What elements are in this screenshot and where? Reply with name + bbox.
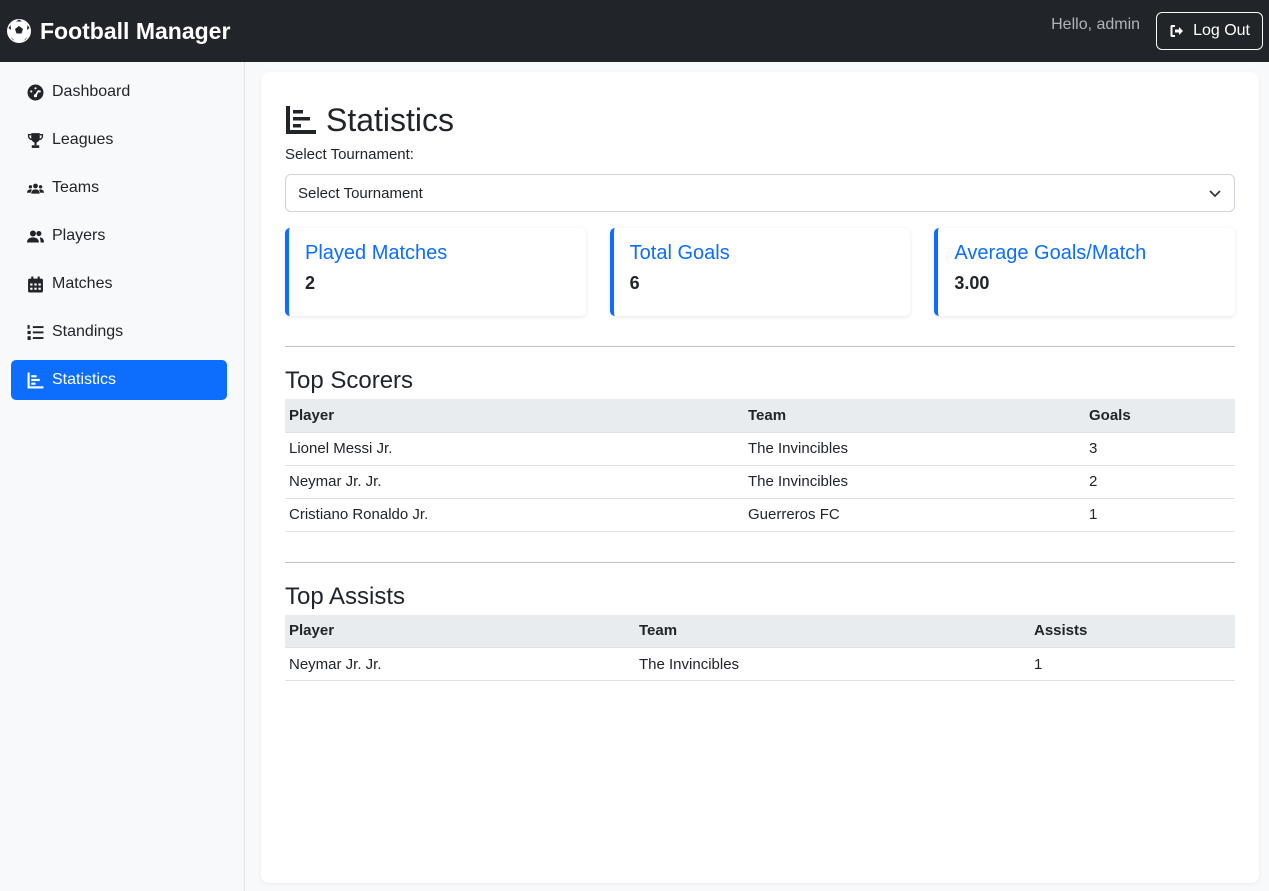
table-header-row: Player Team Assists (285, 614, 1235, 648)
column-header-player: Player (285, 614, 635, 648)
player-cell: Cristiano Ronaldo Jr. (285, 498, 744, 532)
card-title: Played Matches (305, 242, 448, 264)
goals-cell: 3 (1085, 432, 1235, 466)
sidebar-item-matches[interactable]: Matches (11, 264, 227, 304)
sign-out-icon (1170, 25, 1184, 37)
table-row: Lionel Messi Jr. The Invincibles 3 (285, 432, 1235, 466)
tournament-select-label: Select Tournament: (285, 146, 414, 163)
brand-title: Football Manager (40, 17, 231, 44)
top-scorers-table: Player Team Goals Lionel Messi Jr. The I… (285, 399, 1235, 532)
user-group-icon (27, 230, 44, 242)
sidebar-item-label: Teams (52, 179, 100, 196)
player-cell: Neymar Jr. Jr. (285, 465, 744, 499)
sidebar: Dashboard Leagues Teams Players Matches … (0, 62, 245, 891)
brand[interactable]: Football Manager (6, 18, 230, 45)
sidebar-item-label: Standings (52, 323, 124, 340)
sidebar-item-label: Statistics (52, 371, 117, 388)
page-title-text: Statistics (326, 101, 455, 138)
users-icon (27, 183, 44, 194)
tournament-select-value: Select Tournament (298, 184, 423, 202)
logout-button[interactable]: Log Out (1156, 12, 1263, 50)
card-value: 6 (629, 273, 640, 293)
sidebar-item-label: Leagues (52, 131, 114, 148)
card-value: 3.00 (954, 273, 990, 293)
table-header-row: Player Team Goals (285, 399, 1235, 433)
assists-cell: 1 (1030, 647, 1235, 681)
soccer-ball-icon (7, 19, 31, 43)
chevron-down-icon (1209, 190, 1221, 198)
trophy-icon (27, 132, 44, 148)
average-goals-card: Average Goals/Match 3.00 (934, 228, 1235, 316)
column-header-team: Team (744, 399, 1085, 433)
greeting-text: Hello, admin (1051, 16, 1141, 33)
sidebar-item-leagues[interactable]: Leagues (11, 120, 227, 160)
sidebar-item-statistics[interactable]: Statistics (11, 360, 227, 400)
card-value: 2 (305, 273, 316, 293)
top-assists-title: Top Assists (285, 582, 406, 610)
team-cell: The Invincibles (744, 432, 1085, 466)
goals-cell: 1 (1085, 498, 1235, 532)
player-cell: Lionel Messi Jr. (285, 432, 744, 466)
column-header-player: Player (285, 399, 744, 433)
played-matches-card: Played Matches 2 (285, 228, 586, 316)
main-content: Statistics Select Tournament: Select Tou… (261, 72, 1259, 883)
dashboard-icon (27, 84, 44, 100)
divider (285, 561, 1235, 563)
sidebar-item-dashboard[interactable]: Dashboard (11, 72, 227, 112)
calendar-icon (28, 276, 43, 292)
sidebar-item-label: Matches (52, 275, 113, 292)
team-cell: Guerreros FC (744, 498, 1085, 532)
stat-cards: Played Matches 2 Total Goals 6 Average G… (285, 228, 1235, 316)
table-row: Neymar Jr. Jr. The Invincibles 2 (285, 465, 1235, 499)
sidebar-item-label: Players (52, 227, 106, 244)
column-header-assists: Assists (1030, 614, 1235, 648)
card-title: Total Goals (629, 242, 730, 264)
divider (285, 346, 1235, 347)
tournament-select[interactable]: Select Tournament (285, 174, 1235, 212)
goals-cell: 2 (1085, 465, 1235, 499)
list-ordered-icon (27, 324, 44, 340)
total-goals-card: Total Goals 6 (609, 228, 911, 316)
sidebar-item-standings[interactable]: Standings (11, 312, 227, 352)
card-title: Average Goals/Match (954, 242, 1147, 264)
column-header-goals: Goals (1085, 399, 1235, 433)
sidebar-item-teams[interactable]: Teams (11, 168, 227, 208)
team-cell: The Invincibles (635, 647, 1030, 681)
table-row: Neymar Jr. Jr. The Invincibles 1 (285, 647, 1235, 681)
top-navbar: Football Manager Hello, admin Log Out (0, 0, 1269, 62)
page-title: Statistics (285, 100, 1235, 140)
chart-icon (286, 106, 316, 134)
chart-icon (27, 372, 44, 388)
sidebar-item-label: Dashboard (52, 83, 131, 100)
top-scorers-title: Top Scorers (285, 367, 414, 394)
sidebar-item-players[interactable]: Players (11, 216, 227, 256)
logout-label: Log Out (1193, 22, 1250, 39)
column-header-team: Team (635, 614, 1030, 648)
team-cell: The Invincibles (744, 465, 1085, 499)
table-row: Cristiano Ronaldo Jr. Guerreros FC 1 (285, 498, 1235, 532)
player-cell: Neymar Jr. Jr. (285, 647, 635, 681)
top-assists-table: Player Team Assists Neymar Jr. Jr. The I… (285, 614, 1235, 681)
